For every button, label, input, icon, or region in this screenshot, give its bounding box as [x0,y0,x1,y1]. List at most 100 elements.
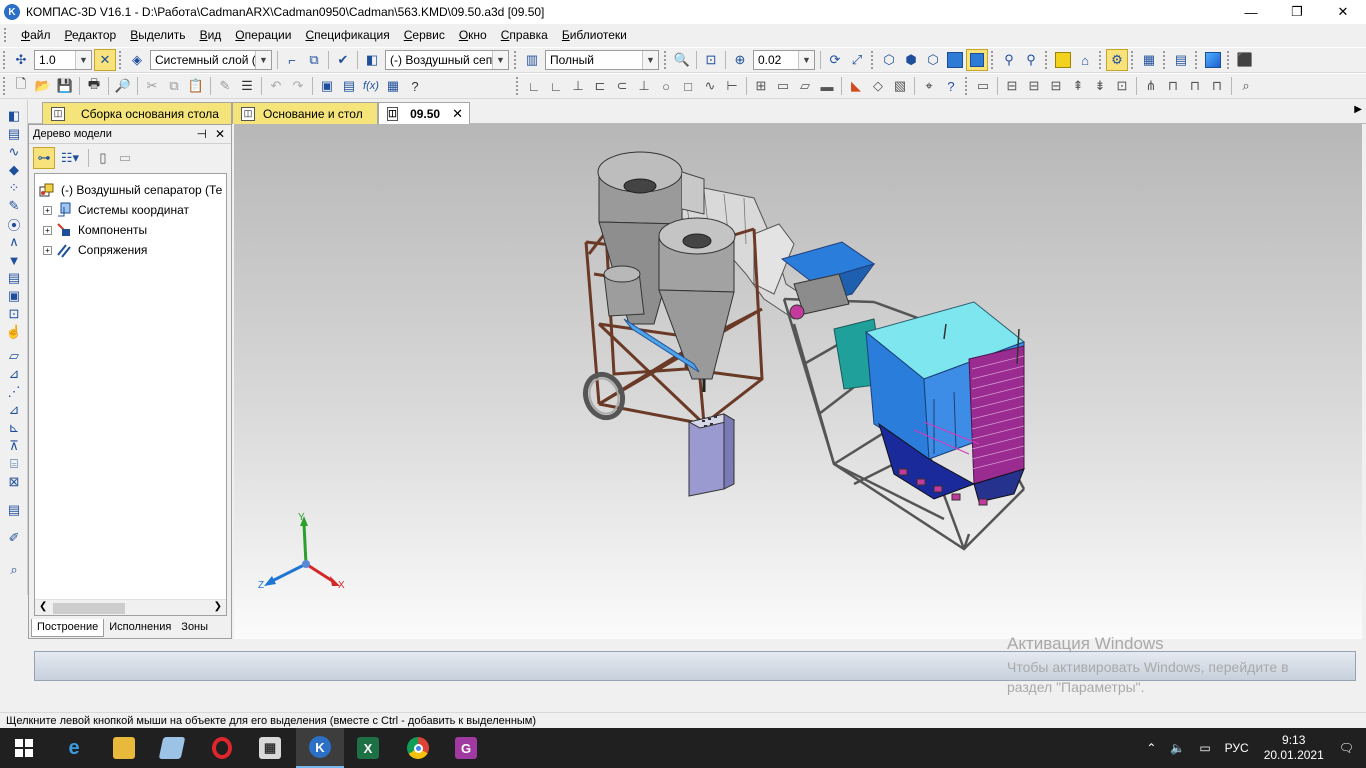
properties-icon[interactable]: ⧉ [303,49,325,71]
taskbar-pdf[interactable]: G [442,728,490,768]
frame-icon[interactable]: ⊞ [750,75,772,97]
rotate-icon[interactable]: ⟳ [824,49,846,71]
align-icon-5[interactable]: ⇟ [1089,75,1111,97]
taskbar-kompas[interactable]: K [296,728,344,768]
vt-cube-icon[interactable]: ◧ [6,108,22,124]
chart-icon[interactable]: ◣ [845,75,867,97]
language-indicator[interactable]: РУС [1225,741,1249,755]
vt-clip-icon[interactable]: ⦿ [6,216,22,233]
vt-cylinder-icon[interactable]: ⌸ [6,456,22,472]
sketch-line-icon[interactable]: ∟ [523,75,545,97]
taskbar-excel[interactable]: X [344,728,392,768]
snap-step-icon[interactable]: ✣ [10,49,32,71]
help-icon[interactable]: ? [404,75,426,97]
variables-icon[interactable]: ▤ [338,75,360,97]
paste-icon[interactable]: 📋 [185,75,207,97]
sketch-c-icon[interactable]: ⊂ [611,75,633,97]
vt-graph-icon[interactable]: ⊡ [6,306,22,322]
green-tool-icon[interactable]: ⬛ [1234,49,1256,71]
cube-view-icon[interactable] [1052,49,1074,71]
search-icon[interactable]: ⌕ [1235,75,1257,97]
scroll-left-icon[interactable]: ❮ [39,601,47,612]
assembly-3d-model[interactable] [234,124,1362,639]
library-manager-icon[interactable]: ▦ [382,75,404,97]
sketch-dash-icon[interactable]: ⊢ [721,75,743,97]
chevron-down-icon[interactable]: ▼ [642,51,658,69]
layers-stack-icon[interactable]: ▤ [1170,49,1192,71]
zoom-all-icon[interactable]: ⊡ [700,49,722,71]
open-folder-icon[interactable]: 📂 [32,75,54,97]
tree-doc2-icon[interactable]: ▭ [114,147,136,169]
layer-icon[interactable]: ◈ [126,49,148,71]
panel-icon[interactable]: ▭ [772,75,794,97]
wireframe-icon[interactable]: ⬡ [878,49,900,71]
maximize-button[interactable]: ❐ [1274,0,1320,24]
format-painter-icon[interactable]: ✎ [214,75,236,97]
snap-toggle-icon[interactable]: ✕ [94,49,116,71]
plate-icon[interactable]: ▱ [794,75,816,97]
tab-scroll-icon[interactable]: ▶ [1354,104,1362,115]
tree-structure-icon[interactable]: ⊶ [33,147,55,169]
vt-spline-icon[interactable]: ∿ [6,144,22,160]
tree-item-coordinate-systems[interactable]: + Системы координат [43,200,189,220]
block-icon[interactable]: ▬ [816,75,838,97]
tree-view-icon[interactable]: ☷▾ [55,147,85,169]
scroll-right-icon[interactable]: ❯ [214,601,222,612]
object-combo[interactable]: (-) Воздушный сепар ▼ [385,50,509,70]
minimize-button[interactable]: — [1228,0,1274,24]
vt-plane-normal-icon[interactable]: ⊾ [6,420,22,436]
taskbar-explorer[interactable] [100,728,148,768]
menu-file[interactable]: Файл [14,28,58,42]
taskbar-app3[interactable] [148,728,196,768]
orientation-icon[interactable]: ⤢ [846,49,868,71]
vt-plane-icon[interactable]: ▱ [6,348,22,364]
sketch-bracket-icon[interactable]: ⊏ [589,75,611,97]
scroll-thumb[interactable] [53,603,125,614]
zoom-window-icon[interactable]: 🔍 [671,49,693,71]
align-icon-4[interactable]: ⇞ [1067,75,1089,97]
tab-assembly-base[interactable]: ◫ Сборка основания стола [42,102,232,124]
layer-combo[interactable]: Системный слой (0) ▼ [150,50,272,70]
volume-muted-icon[interactable]: 🔈 [1170,741,1185,755]
vt-plane-offset-icon[interactable]: ⊿ [6,366,22,382]
taskbar-chrome[interactable] [394,728,442,768]
chevron-down-icon[interactable]: ▼ [492,51,508,69]
copy-icon[interactable]: ⧉ [163,75,185,97]
diamond-icon[interactable]: ◇ [867,75,889,97]
zoom-combo[interactable]: 0.02 ▼ [753,50,815,70]
sketch-tee-icon[interactable]: ⊥ [567,75,589,97]
tree-item-mates[interactable]: + Сопряжения [43,240,147,260]
vt-measure-icon[interactable]: ⌕ [6,562,22,578]
preview-icon[interactable]: 🔎 [112,75,134,97]
vt-tool-icon[interactable]: ✎ [6,198,22,214]
notifications-icon[interactable]: 🗨 [1339,741,1354,755]
tab-zones[interactable]: Зоны [176,619,213,637]
tab-0950[interactable]: ◫ 09.50 ✕ [378,102,470,124]
local-cs-icon[interactable]: ⌐ [281,49,303,71]
vt-spec-icon[interactable]: ▤ [6,270,22,286]
vt-plane-angle-icon[interactable]: ⋰ [6,384,22,400]
print-icon[interactable]: 🖶 [83,75,105,97]
halftone-icon[interactable] [944,49,966,71]
tray-chevron-up-icon[interactable]: ⌃ [1146,741,1156,755]
close-tab-icon[interactable]: ✕ [452,106,463,122]
view-mode-combo[interactable]: Полный ▼ [545,50,659,70]
start-button[interactable] [0,728,48,768]
tab-base-table[interactable]: ◫ Основание и стол [232,102,378,124]
cut-icon[interactable]: ✂ [141,75,163,97]
vt-extrude-icon[interactable]: ▤ [6,126,22,142]
vt-report-icon[interactable]: ▤ [6,502,22,518]
menu-grip[interactable] [4,28,10,42]
thin-hidden-icon[interactable]: ⬡ [922,49,944,71]
zoom-icon[interactable]: ⊕ [729,49,751,71]
pin-icon[interactable]: ⊣ [196,127,206,141]
measure-icon[interactable]: ⌖ [918,75,940,97]
menu-libraries[interactable]: Библиотеки [555,28,634,42]
chevron-down-icon[interactable]: ▼ [255,51,271,69]
assembly-icon[interactable]: ▭ [972,75,994,97]
new-document-icon[interactable]: 🗋 [10,75,32,97]
vt-filter-icon[interactable]: ▼ [6,252,22,268]
network-icon[interactable]: ▭ [1199,741,1210,755]
save-icon[interactable]: 💾 [54,75,76,97]
manager-icon[interactable]: ▣ [316,75,338,97]
